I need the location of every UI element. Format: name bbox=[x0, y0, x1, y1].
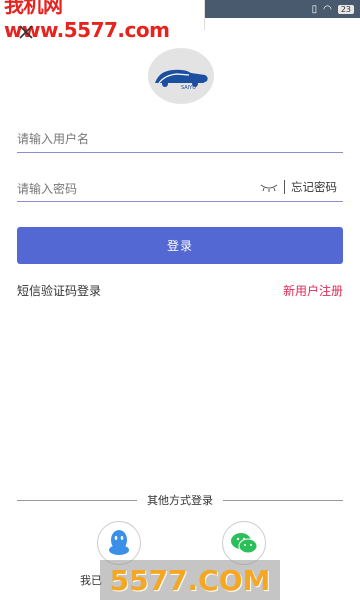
divider-line bbox=[223, 499, 343, 501]
password-field[interactable]: 忘记密码 bbox=[17, 177, 343, 202]
svg-text:SAIYU: SAIYU bbox=[181, 85, 196, 91]
password-actions: 忘记密码 bbox=[260, 177, 337, 197]
other-login-divider: 其他方式登录 bbox=[17, 492, 343, 508]
username-field[interactable] bbox=[17, 128, 343, 153]
agreement-text: 我已 bbox=[80, 574, 102, 587]
register-link[interactable]: 新用户注册 bbox=[283, 282, 343, 299]
eye-closed-icon[interactable] bbox=[260, 182, 278, 192]
wechat-login-button[interactable] bbox=[222, 521, 266, 565]
watermark-bottom: 5577.COM bbox=[100, 560, 280, 600]
close-button[interactable] bbox=[16, 22, 38, 44]
forgot-password-link[interactable]: 忘记密码 bbox=[291, 179, 337, 195]
battery-badge: 23 bbox=[337, 4, 354, 14]
divider-line bbox=[17, 499, 137, 501]
sms-login-link[interactable]: 短信验证码登录 bbox=[17, 282, 101, 299]
wechat-icon bbox=[231, 533, 258, 554]
car-logo-icon: SAIYU bbox=[155, 69, 208, 91]
status-icons: ▯ ◠ 23 bbox=[312, 2, 354, 16]
username-input[interactable] bbox=[17, 132, 237, 146]
app-logo: SAIYU bbox=[148, 48, 214, 104]
close-icon bbox=[19, 25, 33, 39]
password-input[interactable] bbox=[17, 182, 237, 196]
qq-icon bbox=[109, 530, 129, 555]
login-button[interactable]: 登录 bbox=[17, 227, 343, 264]
wifi-icon: ◠ bbox=[323, 3, 332, 15]
other-login-label: 其他方式登录 bbox=[147, 494, 213, 507]
divider bbox=[284, 180, 285, 194]
vibrate-icon: ▯ bbox=[311, 3, 318, 15]
qq-login-button[interactable] bbox=[97, 521, 141, 565]
